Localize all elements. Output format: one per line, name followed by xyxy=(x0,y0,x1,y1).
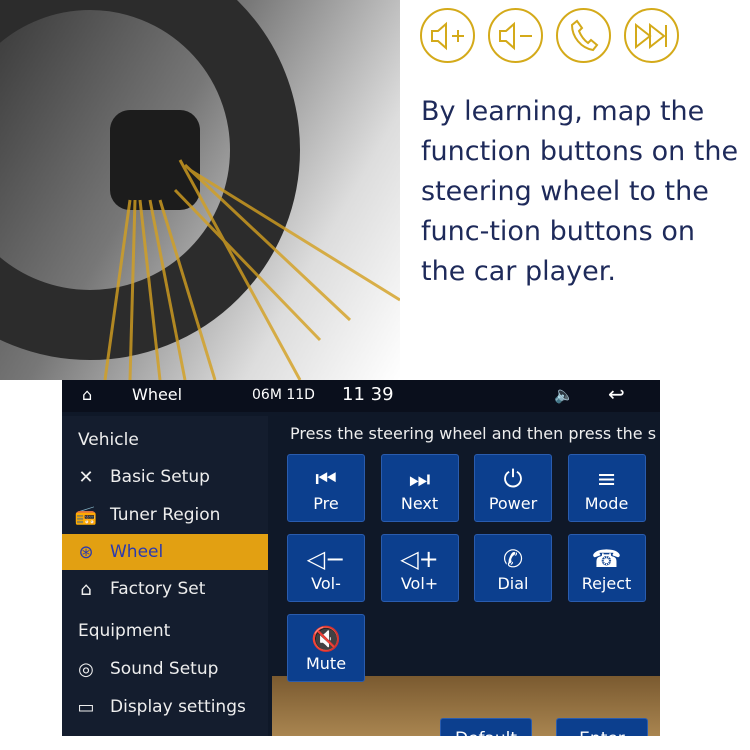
button-label: Power xyxy=(488,493,538,513)
default-button[interactable]: Default xyxy=(440,718,532,736)
vol-down-icon: ◁− xyxy=(306,544,346,573)
dial-icon: ✆ xyxy=(502,544,524,573)
sidebar-item-factory-set[interactable]: ⌂ Factory Set xyxy=(62,571,268,607)
back-icon[interactable]: ↩ xyxy=(608,382,625,406)
main-panel: Press the steering wheel and then press … xyxy=(272,416,660,736)
sidebar-item-wheel[interactable]: ⊛ Wheel xyxy=(62,534,268,570)
function-icons xyxy=(420,8,679,63)
volume-icon[interactable]: 🔈 xyxy=(554,385,574,404)
reject-icon: ☎ xyxy=(591,544,622,573)
volume-down-icon xyxy=(488,8,543,63)
mode-button[interactable]: ≡ Mode xyxy=(567,454,646,522)
home-icon[interactable]: ⌂ xyxy=(82,385,92,404)
time: 11 39 xyxy=(342,384,394,405)
car-player-screen: ⌂ Wheel 06M 11D 11 39 🔈 ↩ Vehicle ✕ Basic… xyxy=(62,380,660,736)
monitor-icon: ▭ xyxy=(77,696,95,718)
sidebar: Vehicle ✕ Basic Setup 📻 Tuner Region ⊛ Whee… xyxy=(62,416,268,736)
button-label: Vol- xyxy=(311,573,341,593)
vol-up-button[interactable]: ◁+ Vol+ xyxy=(380,534,459,602)
button-label: Next xyxy=(400,493,439,513)
next-track-icon xyxy=(624,8,679,63)
pre-icon: ⏮ xyxy=(315,464,337,493)
button-label: Dial xyxy=(497,573,529,593)
date: 06M 11D xyxy=(252,387,315,403)
steering-wheel-icon: ⊛ xyxy=(78,541,94,563)
tools-icon: ✕ xyxy=(78,466,94,488)
power-icon: ⏻ xyxy=(503,464,523,493)
phone-icon xyxy=(556,8,611,63)
vol-down-button[interactable]: ◁− Vol- xyxy=(287,534,365,602)
reject-button[interactable]: ☎ Reject xyxy=(567,534,646,602)
enter-button[interactable]: Enter xyxy=(556,718,648,736)
steering-wheel-photo xyxy=(0,0,400,380)
house-gear-icon: ⌂ xyxy=(80,578,92,600)
instruction-text: Press the steering wheel and then press … xyxy=(290,424,657,443)
button-label: Mute xyxy=(305,653,347,673)
mode-icon: ≡ xyxy=(596,464,617,493)
section-equipment: Equipment xyxy=(78,621,171,641)
sidebar-item-tuner-region[interactable]: 📻 Tuner Region xyxy=(62,497,268,533)
dial-button[interactable]: ✆ Dial xyxy=(474,534,552,602)
vol-up-icon: ◁+ xyxy=(400,544,439,573)
page-title: Wheel xyxy=(132,385,183,404)
section-vehicle: Vehicle xyxy=(78,430,139,450)
button-label: Pre xyxy=(313,493,339,513)
volume-up-icon xyxy=(420,8,475,63)
status-bar: ⌂ Wheel 06M 11D 11 39 🔈 ↩ xyxy=(62,380,660,412)
power-button[interactable]: ⏻ Power xyxy=(474,454,552,522)
next-button[interactable]: ⏭ Next xyxy=(380,454,459,522)
mute-button[interactable]: 🔇 Mute xyxy=(287,614,365,682)
next-icon: ⏭ xyxy=(408,464,431,493)
mute-icon: 🔇 xyxy=(311,624,341,653)
sidebar-item-sound-setup[interactable]: ◎ Sound Setup xyxy=(62,651,268,687)
button-label: Vol+ xyxy=(400,573,439,593)
pre-button[interactable]: ⏮ Pre xyxy=(287,454,365,522)
radio-icon: 📻 xyxy=(74,504,98,526)
sidebar-item-basic-setup[interactable]: ✕ Basic Setup xyxy=(62,459,268,495)
button-label: Reject xyxy=(581,573,632,593)
speaker-icon: ◎ xyxy=(78,658,94,680)
sidebar-item-display-settings[interactable]: ▭ Display settings xyxy=(62,689,268,725)
description: By learning, map the function buttons on… xyxy=(421,96,739,287)
button-label: Mode xyxy=(584,493,629,513)
